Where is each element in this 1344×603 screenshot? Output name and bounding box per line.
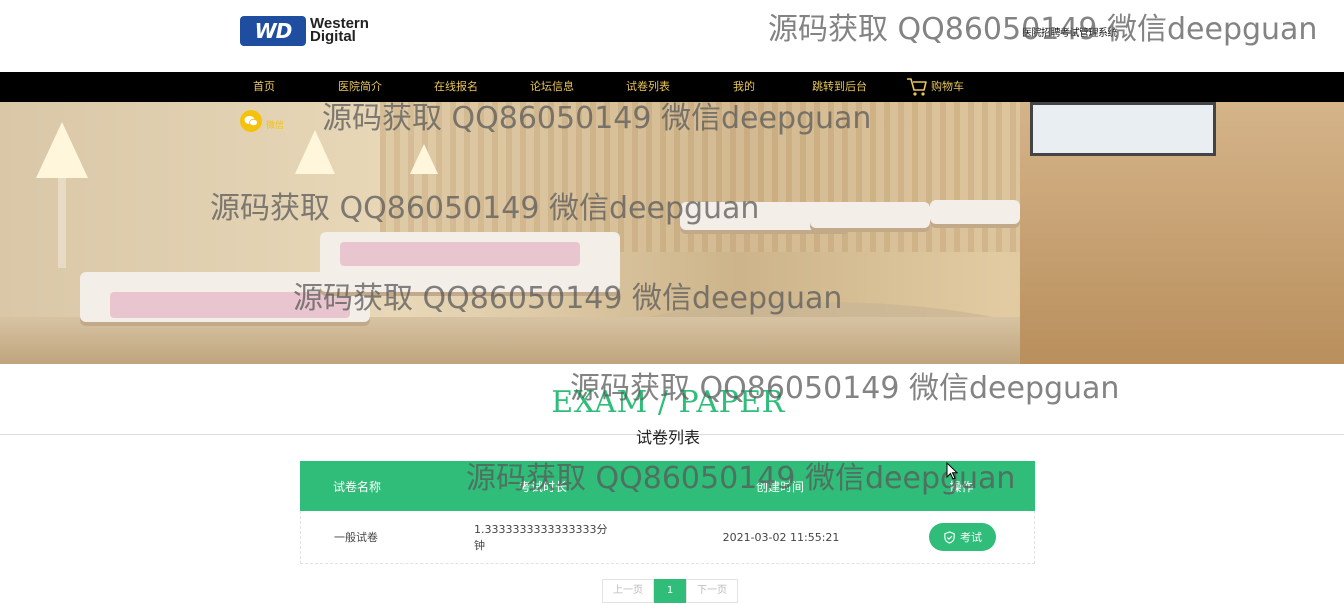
- banner-bed-sheet: [340, 242, 580, 266]
- start-exam-button[interactable]: 考试: [929, 523, 996, 551]
- system-name: 医院招聘考试管理系统: [1022, 28, 1118, 39]
- logo-mark: WD: [254, 19, 293, 43]
- mouse-cursor-icon: [946, 462, 958, 480]
- banner-lamp: [36, 122, 88, 178]
- logo-text: Western Digital: [310, 16, 369, 44]
- wechat-bubbles-icon: [244, 116, 258, 127]
- banner-bed: [810, 202, 930, 228]
- banner-lamp: [295, 130, 335, 174]
- pagination: 上一页 1 下一页: [602, 579, 738, 603]
- header: WD Western Digital 医院招聘考试管理系统: [0, 0, 1344, 72]
- start-exam-label: 考试: [960, 531, 982, 544]
- next-page-button[interactable]: 下一页: [686, 579, 738, 603]
- table-row: 一般试卷 1.3333333333333333分钟 2021-03-02 11:…: [300, 511, 1035, 564]
- hero-banner: [0, 102, 1344, 364]
- wechat-icon[interactable]: [240, 110, 262, 132]
- wechat-label: 微信: [266, 121, 285, 131]
- banner-tv: [1030, 102, 1216, 156]
- nav-item-online-registration[interactable]: 在线报名: [434, 72, 478, 102]
- cell-exam-action: 考试: [929, 511, 996, 563]
- exam-table: 试卷名称 考试时长 创建时间 操作 一般试卷 1.333333333333333…: [300, 461, 1035, 564]
- column-header-action: 操作: [949, 479, 974, 494]
- table-header: 试卷名称 考试时长 创建时间 操作: [300, 461, 1035, 511]
- cell-exam-duration: 1.3333333333333333分钟: [474, 523, 608, 552]
- shopping-cart-icon: [907, 78, 927, 96]
- cell-exam-created: 2021-03-02 11:55:21: [722, 530, 840, 544]
- nav-item-admin[interactable]: 跳转到后台: [812, 72, 867, 102]
- column-header-created: 创建时间: [755, 479, 804, 494]
- nav-item-mine[interactable]: 我的: [733, 72, 755, 102]
- cell-exam-name: 一般试卷: [334, 531, 378, 544]
- banner-lamp-base: [58, 178, 66, 268]
- nav-item-home[interactable]: 首页: [253, 72, 275, 102]
- banner-bed: [930, 200, 1020, 224]
- prev-page-button[interactable]: 上一页: [602, 579, 654, 603]
- column-header-name: 试卷名称: [333, 479, 382, 494]
- nav-item-cart[interactable]: 购物车: [906, 72, 964, 102]
- section-title-cn: 试卷列表: [635, 428, 700, 447]
- nav-item-exam-list[interactable]: 试卷列表: [626, 72, 670, 102]
- page-1-button[interactable]: 1: [654, 579, 686, 603]
- shield-check-icon: [944, 530, 955, 544]
- column-header-duration: 考试时长: [518, 479, 567, 494]
- cart-label: 购物车: [931, 80, 964, 93]
- section-title-en: EXAM / PAPER: [551, 385, 785, 420]
- banner-lamp: [410, 144, 438, 174]
- site-logo[interactable]: WD Western Digital: [240, 14, 385, 48]
- banner-bed-sheet: [110, 292, 350, 318]
- logo-badge: WD: [240, 16, 306, 46]
- nav-item-hospital-intro[interactable]: 医院简介: [338, 72, 382, 102]
- nav-item-forum[interactable]: 论坛信息: [530, 72, 574, 102]
- main-nav: 首页 医院简介 在线报名 论坛信息 试卷列表 我的 跳转到后台 购物车: [0, 72, 1344, 102]
